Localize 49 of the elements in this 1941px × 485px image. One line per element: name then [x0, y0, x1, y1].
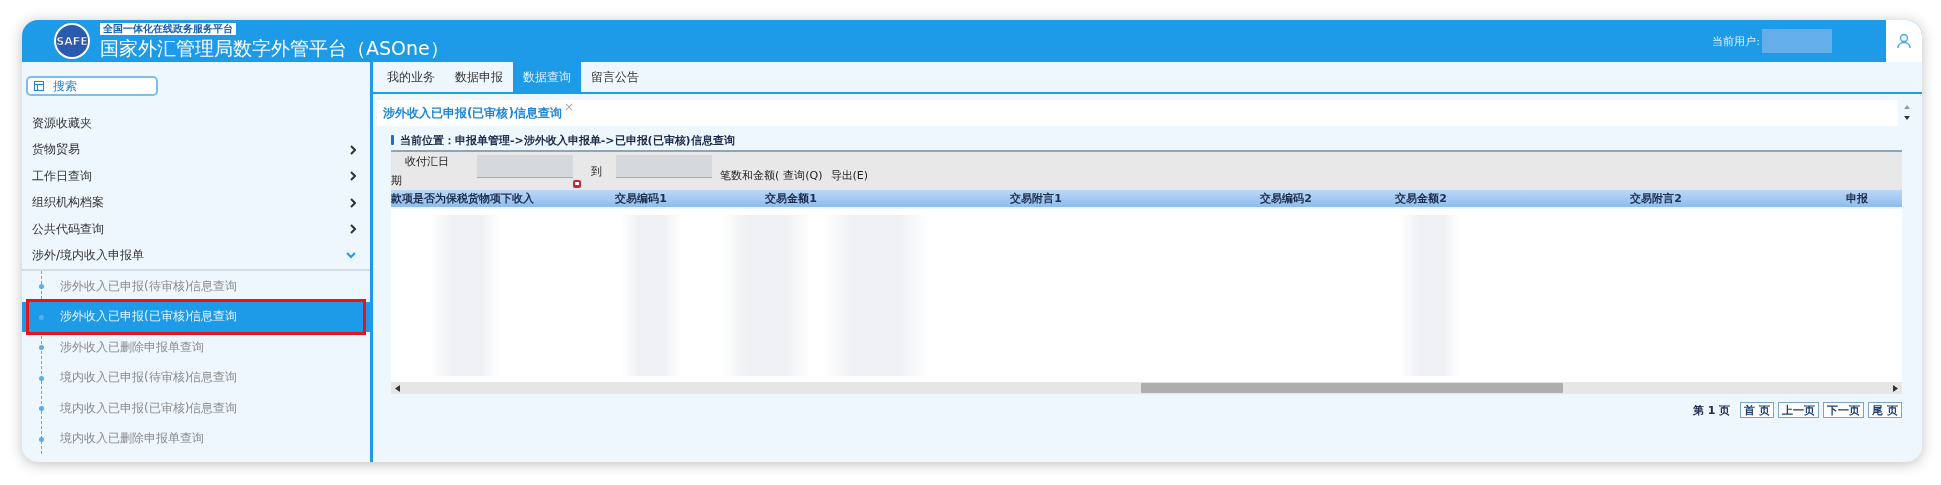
export-button[interactable]: 导出(E): [826, 167, 873, 183]
user-icon: [1896, 33, 1912, 49]
app-title: 国家外汇管理局数字外管平台（ASOne）: [100, 35, 449, 60]
page-info: 第 1 页: [1693, 402, 1731, 418]
pagination-button[interactable]: 下一页: [1823, 402, 1865, 418]
end-date-field[interactable]: [616, 154, 712, 178]
calendar-icon: [573, 180, 581, 188]
sidebar-item[interactable]: 组织机构档案: [22, 189, 370, 216]
query-button[interactable]: 查询(Q): [779, 167, 827, 183]
sidebar-item[interactable]: 工作日查询: [22, 163, 370, 190]
sidebar-item[interactable]: 资源收藏夹: [22, 110, 370, 137]
sidebar-item[interactable]: 货物贸易: [22, 136, 370, 163]
chevron-right-icon: [350, 197, 356, 208]
scroll-right-icon[interactable]: [1893, 384, 1898, 392]
chevron-down-icon: [346, 252, 356, 260]
breadcrumb: 当前位置：申报单管理->涉外收入申报单->已申报(已审核)信息查询: [400, 132, 735, 148]
page-tab[interactable]: 涉外收入已申报(已审核)信息查询: [383, 104, 562, 122]
column-header: 交易金额1: [765, 191, 817, 206]
nav-tab[interactable]: 我的业务: [377, 62, 445, 92]
search-button[interactable]: 搜索: [26, 76, 158, 96]
redacted-username: [1762, 29, 1832, 53]
date-label: 收付汇日: [405, 154, 449, 169]
count-amount-label: 笔数和金额(: [720, 167, 780, 183]
pagination-button[interactable]: 首 页: [1740, 402, 1775, 418]
chevron-right-icon: [350, 144, 356, 155]
breadcrumb-marker: [391, 135, 394, 145]
column-header: 交易编码1: [615, 191, 667, 206]
column-header: 申报: [1846, 191, 1868, 206]
user-button[interactable]: [1886, 20, 1922, 62]
sidebar-item[interactable]: 公共代码查询: [22, 216, 370, 243]
horizontal-scrollbar[interactable]: [391, 382, 1902, 394]
chevron-right-icon: [350, 171, 356, 182]
chevron-right-icon: [350, 224, 356, 235]
column-header: 交易金额2: [1395, 191, 1447, 206]
nav-tab[interactable]: 数据申报: [445, 62, 513, 92]
nav-tab[interactable]: 留言公告: [581, 62, 649, 92]
column-header: 款项是否为保税货物项下收入: [391, 191, 534, 206]
column-header: 交易附言2: [1630, 191, 1682, 206]
column-header: 交易编码2: [1260, 191, 1312, 206]
platform-badge: 全国一体化在线政务服务平台: [100, 22, 236, 35]
pagination-button[interactable]: 上一页: [1778, 402, 1820, 418]
to-label: 到: [591, 163, 602, 179]
scroll-left-icon[interactable]: [395, 384, 400, 392]
start-date-field[interactable]: [477, 154, 573, 178]
sidebar-item[interactable]: 涉外/境内收入申报单: [22, 242, 370, 271]
date-label-continued: 期: [391, 173, 403, 188]
pagination-button[interactable]: 尾 页: [1868, 402, 1902, 418]
current-user-label: 当前用户:: [1712, 33, 1760, 49]
column-header: 交易附言1: [1010, 191, 1062, 206]
